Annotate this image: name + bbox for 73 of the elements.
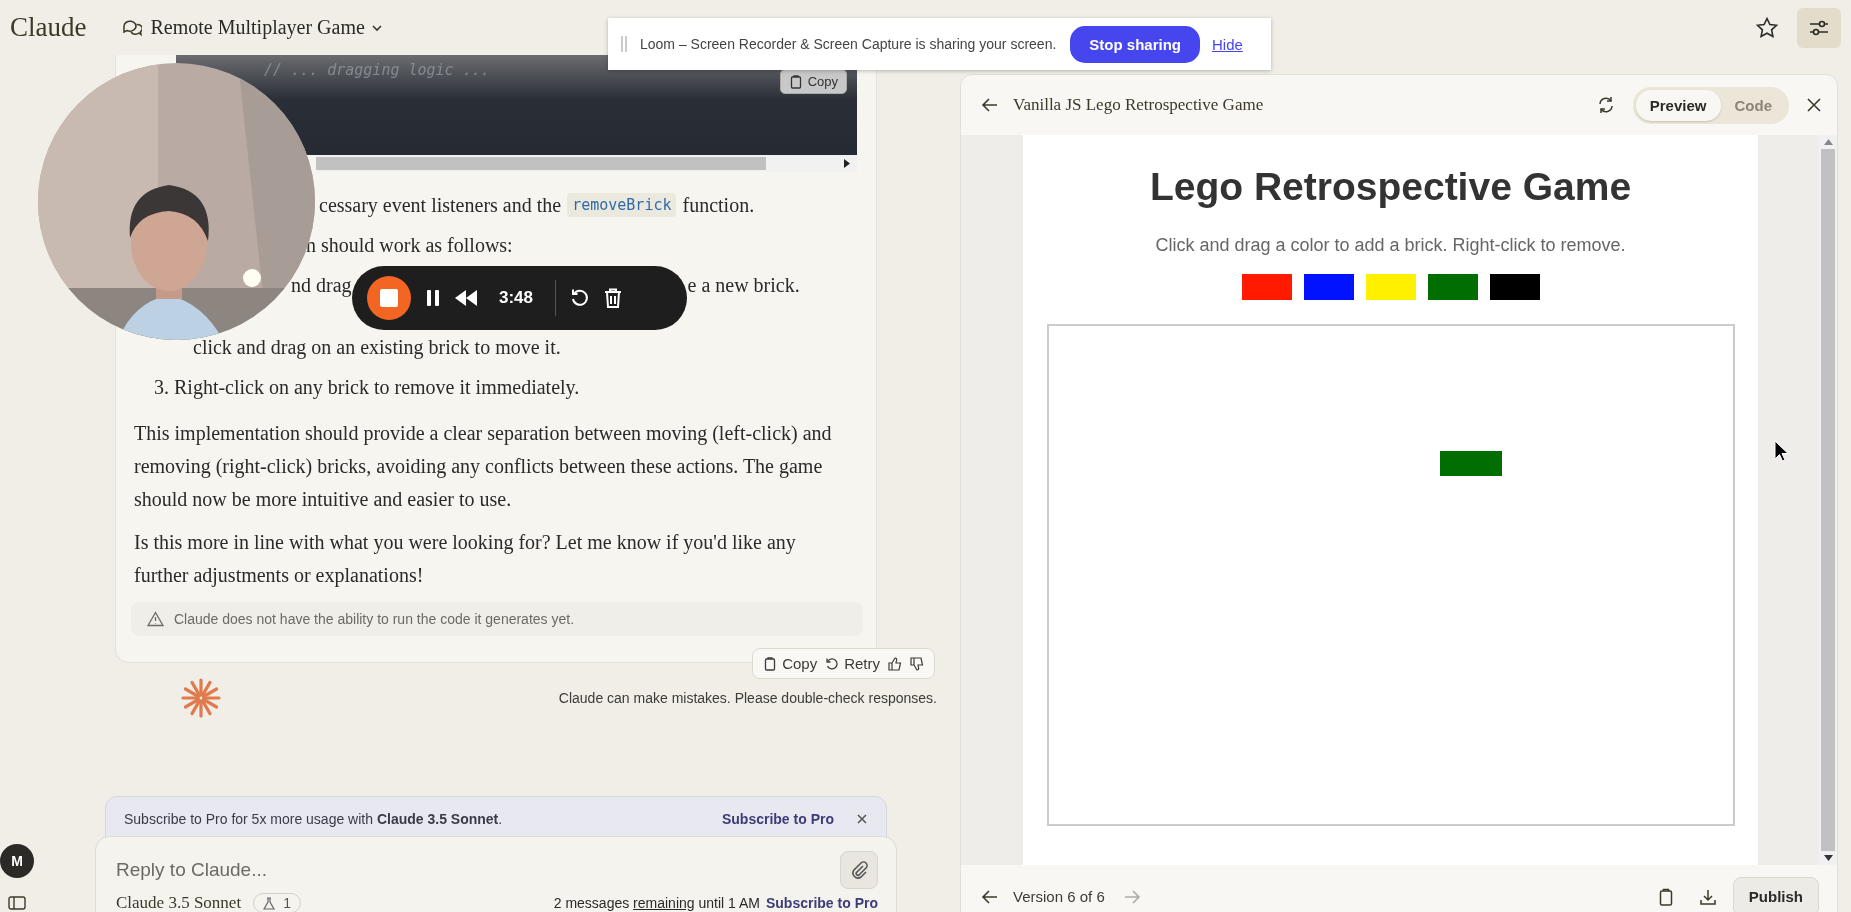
clipboard-icon <box>788 74 803 89</box>
app-logo[interactable]: Claude <box>10 12 87 43</box>
attach-button[interactable] <box>840 851 878 889</box>
back-arrow-icon[interactable] <box>981 96 999 114</box>
stop-icon <box>380 289 398 307</box>
horizontal-scrollbar[interactable] <box>316 155 857 172</box>
reply-field[interactable]: Reply to Claude... <box>116 859 840 881</box>
subscribe-link[interactable]: Subscribe to Pro <box>765 895 878 911</box>
sharing-message: Loom – Screen Recorder & Screen Capture is sharing your screen. <box>640 36 1057 52</box>
warning-icon <box>147 611 164 627</box>
clipboard-icon <box>763 656 778 671</box>
paperclip-icon <box>849 860 869 880</box>
model-selector[interactable]: Claude 3.5 Sonnet <box>116 893 242 912</box>
color-swatch[interactable] <box>1365 274 1416 300</box>
vertical-scrollbar[interactable] <box>1819 135 1837 865</box>
thumbs-down-icon[interactable] <box>910 656 924 671</box>
banner-text: Subscribe to Pro for 5x more usage with Claude 3.5 Sonnet. <box>124 811 503 827</box>
usage-text: 2 messages remaining until 1 AM <box>553 895 760 911</box>
user-avatar[interactable]: M <box>0 844 34 878</box>
scroll-right-icon[interactable] <box>843 159 851 168</box>
subscribe-link[interactable]: Subscribe to Pro <box>721 811 834 827</box>
hide-link[interactable]: Hide <box>1212 35 1243 53</box>
mouse-cursor-icon <box>1774 440 1788 462</box>
rewind-icon[interactable] <box>455 290 477 306</box>
message-text: click and drag on an existing brick to move it. <box>193 335 561 359</box>
thumbs-up-icon[interactable] <box>888 656 902 671</box>
copy-button[interactable]: Copy <box>763 655 818 672</box>
color-swatch[interactable] <box>1241 274 1292 300</box>
inline-code: removeBrick <box>567 193 677 217</box>
message-text: 3. Right-click on any brick to remove it immediately. <box>154 375 580 399</box>
chat-title[interactable]: Remote Multiplayer Game <box>150 16 365 39</box>
chat-bubbles-icon <box>122 17 143 38</box>
copy-code-button[interactable]: Copy <box>779 69 847 94</box>
code-comment: // ... dragging logic ... <box>264 61 490 79</box>
star-icon[interactable] <box>1755 15 1779 40</box>
settings-button[interactable] <box>1797 7 1841 48</box>
message-text: e a new brick. <box>687 273 800 297</box>
notice-text: Claude does not have the ability to run the code it generates yet. <box>174 611 575 627</box>
color-swatch[interactable] <box>1303 274 1354 300</box>
message-paragraph: This implementation should provide a clear separation between moving (left-click) and removing (right-click) bricks, avoiding any conflicts between these actions. The game should now be more intuitive and easier to use. <box>134 421 833 512</box>
version-label: Version 6 of 6 <box>1013 888 1105 905</box>
color-swatch[interactable] <box>1489 274 1540 300</box>
restart-icon[interactable] <box>570 288 591 308</box>
stop-sharing-button[interactable]: Stop sharing <box>1070 25 1200 63</box>
retry-button[interactable]: Retry <box>825 655 880 672</box>
scroll-down-icon[interactable] <box>1823 855 1833 861</box>
remaining-link[interactable]: remaining <box>633 895 695 911</box>
message-text: function. <box>682 193 755 217</box>
spark-logo-icon <box>180 677 222 719</box>
close-icon[interactable] <box>1805 96 1823 114</box>
close-icon[interactable] <box>856 813 868 825</box>
back-arrow-icon[interactable] <box>981 887 999 906</box>
preview-tab[interactable]: Preview <box>1635 89 1721 121</box>
retry-icon <box>825 656 840 671</box>
download-icon[interactable] <box>1698 887 1717 906</box>
message-text: nd drag <box>291 273 352 297</box>
color-swatch[interactable] <box>1427 274 1478 300</box>
disclaimer-text: Claude can make mistakes. Please double-check responses. <box>558 690 937 706</box>
stop-recording-button[interactable] <box>367 276 411 320</box>
trash-icon[interactable] <box>604 288 623 308</box>
refresh-icon[interactable] <box>1596 96 1615 114</box>
artifact-title: Vanilla JS Lego Retrospective Game <box>1013 95 1264 115</box>
scroll-up-icon[interactable] <box>1823 139 1833 145</box>
pause-icon[interactable] <box>425 289 441 307</box>
message-text: n should work as follows: <box>306 233 513 257</box>
publish-button[interactable]: Publish <box>1732 877 1819 912</box>
message-text: cessary event listeners and the <box>319 193 562 217</box>
sidebar-icon[interactable] <box>8 896 26 910</box>
recording-time: 3:48 <box>499 288 534 308</box>
drag-handle-icon[interactable] <box>620 35 628 53</box>
game-instructions: Click and drag a color to add a brick. Right-click to remove. <box>1155 235 1626 256</box>
game-title: Lego Retrospective Game <box>1149 165 1632 209</box>
message-paragraph: Is this more in line with what you were looking for? Let me know if you'd like any further adjustments or explanations! <box>134 530 797 589</box>
